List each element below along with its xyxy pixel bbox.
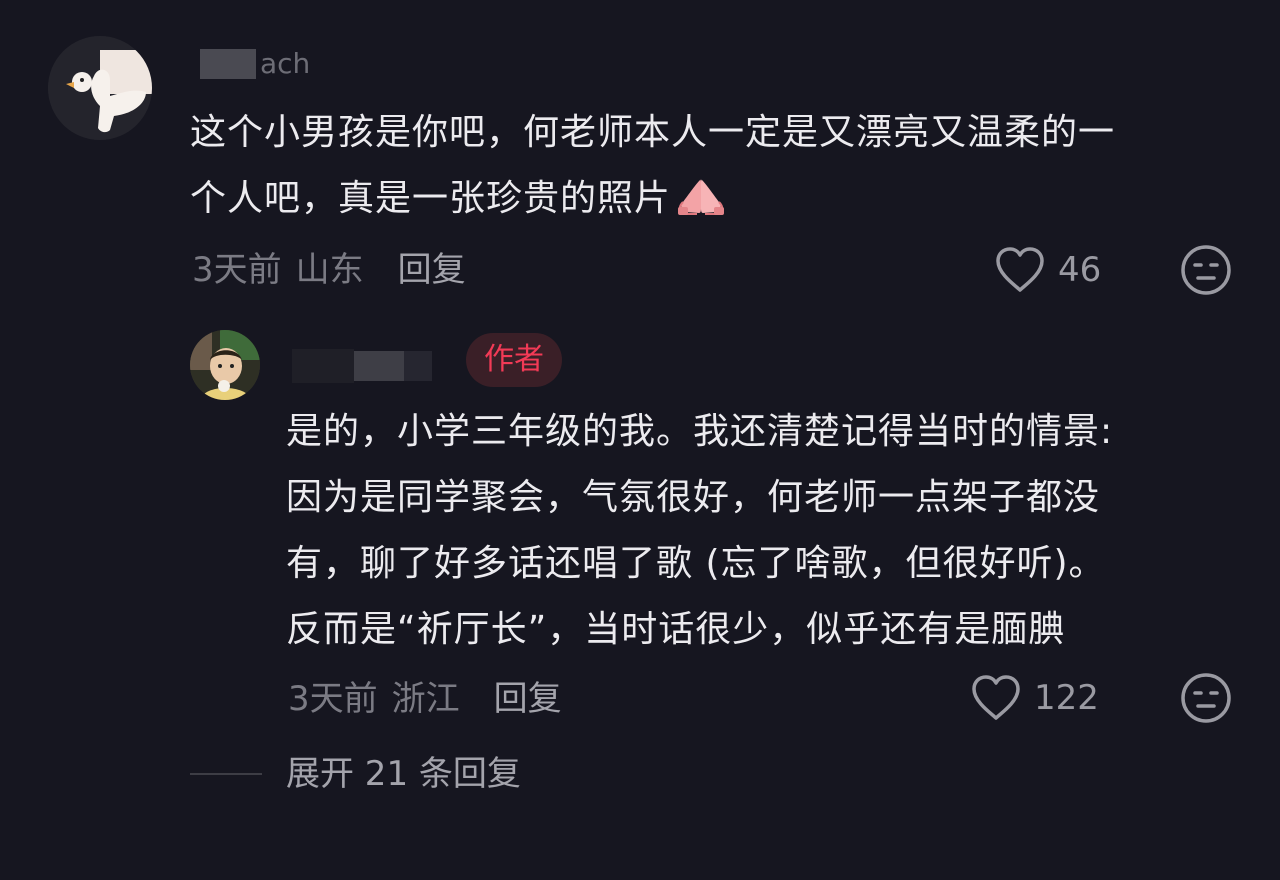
like-button[interactable]: 46 <box>994 244 1101 296</box>
reply-line: 反而是“祈厅长”，当时话很少，似乎还有是腼腆 <box>286 609 1066 650</box>
username-redaction <box>404 351 432 381</box>
expand-replies-button[interactable]: 展开 21 条回复 <box>286 752 521 796</box>
dislike-button[interactable] <box>1180 672 1232 724</box>
username-redaction <box>292 349 354 383</box>
comment-location: 山东 <box>295 249 364 290</box>
folded-hands-icon <box>675 172 727 215</box>
author-badge: 作者 <box>466 333 562 387</box>
reply-line: 有，聊了好多话还唱了歌 (忘了啥歌，但很好听)。 <box>286 543 1106 584</box>
comment-meta: 3天前 山东 回复 <box>192 242 466 291</box>
comment-line-with-emoji: 个人吧，真是一张珍贵的照片 <box>190 166 1115 232</box>
neutral-face-icon <box>1181 245 1231 295</box>
like-count: 122 <box>1034 678 1099 718</box>
comment-thread: ach 这个小男孩是你吧，何老师本人一定是又漂亮又温柔的一 个人吧，真是一张珍贵… <box>0 0 1280 880</box>
commenter-username[interactable]: ach <box>200 48 310 80</box>
reply-text: 是的，小学三年级的我。我还清楚记得当时的情景: 因为是同学聚会，气氛很好，何老师… <box>286 399 1113 663</box>
comment-line: 这个小男孩是你吧，何老师本人一定是又漂亮又温柔的一 <box>190 112 1116 153</box>
heart-outline-icon <box>996 247 1044 292</box>
reply-meta: 3天前 浙江 回复 <box>288 671 562 720</box>
reply-line: 是的，小学三年级的我。我还清楚记得当时的情景: <box>286 411 1114 452</box>
reply-line: 因为是同学聚会，气氛很好，何老师一点架子都没 <box>286 477 1101 518</box>
like-button[interactable]: 122 <box>970 672 1099 724</box>
commenter-avatar[interactable] <box>48 36 152 140</box>
neutral-face-icon <box>1181 673 1231 723</box>
author-username[interactable] <box>286 346 432 386</box>
author-avatar[interactable] <box>190 330 260 400</box>
goose-avatar-image <box>48 36 152 140</box>
username-redaction <box>200 49 256 79</box>
comment-time: 3天前 <box>192 249 282 290</box>
child-photo-avatar <box>190 330 260 400</box>
reply-time: 3天前 <box>288 678 378 719</box>
username-redaction <box>354 351 404 381</box>
comment-text: 这个小男孩是你吧，何老师本人一定是又漂亮又温柔的一 个人吧，真是一张珍贵的照片 <box>190 100 1115 232</box>
expand-divider <box>190 773 262 775</box>
dislike-button[interactable] <box>1180 244 1232 296</box>
heart-outline-icon <box>972 675 1020 720</box>
reply-location: 浙江 <box>391 678 460 719</box>
reply-button[interactable]: 回复 <box>398 242 466 291</box>
like-count: 46 <box>1058 250 1102 290</box>
reply-button[interactable]: 回复 <box>494 671 562 720</box>
